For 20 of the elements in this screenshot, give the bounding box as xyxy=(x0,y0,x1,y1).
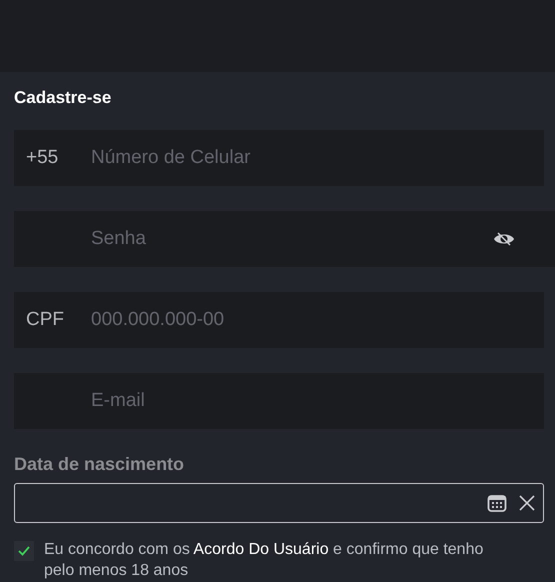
field-prefix: +55 xyxy=(25,147,60,169)
input-field[interactable]: Senha xyxy=(14,211,555,267)
text-input[interactable]: Senha xyxy=(89,227,493,251)
input-field[interactable]: E-mail xyxy=(14,373,544,429)
form-title: Cadastre-se xyxy=(14,88,112,108)
check-icon xyxy=(18,546,30,556)
text-input[interactable]: Número de Celular xyxy=(89,146,544,170)
agreement-link[interactable]: Acordo Do Usuário xyxy=(193,541,329,558)
input-field[interactable]: +55 Número de Celular xyxy=(14,130,544,186)
field-label: Data de nascimento xyxy=(14,454,186,475)
text-input[interactable]: 000.000.000-00 xyxy=(89,308,544,332)
text-input[interactable]: E-mail xyxy=(89,389,544,413)
date-field[interactable] xyxy=(14,483,544,523)
checkbox[interactable] xyxy=(14,541,34,561)
agreement-text: Eu concordo com os Acordo Do Usuário e confirmo que tenho pelo menos 18 anos xyxy=(44,540,484,581)
close-icon[interactable] xyxy=(519,495,535,511)
input-field[interactable]: CPF 000.000.000-00 xyxy=(14,292,544,348)
calendar-icon[interactable] xyxy=(487,493,507,513)
eye-icon[interactable] xyxy=(493,231,515,247)
field-prefix: CPF xyxy=(25,309,65,331)
